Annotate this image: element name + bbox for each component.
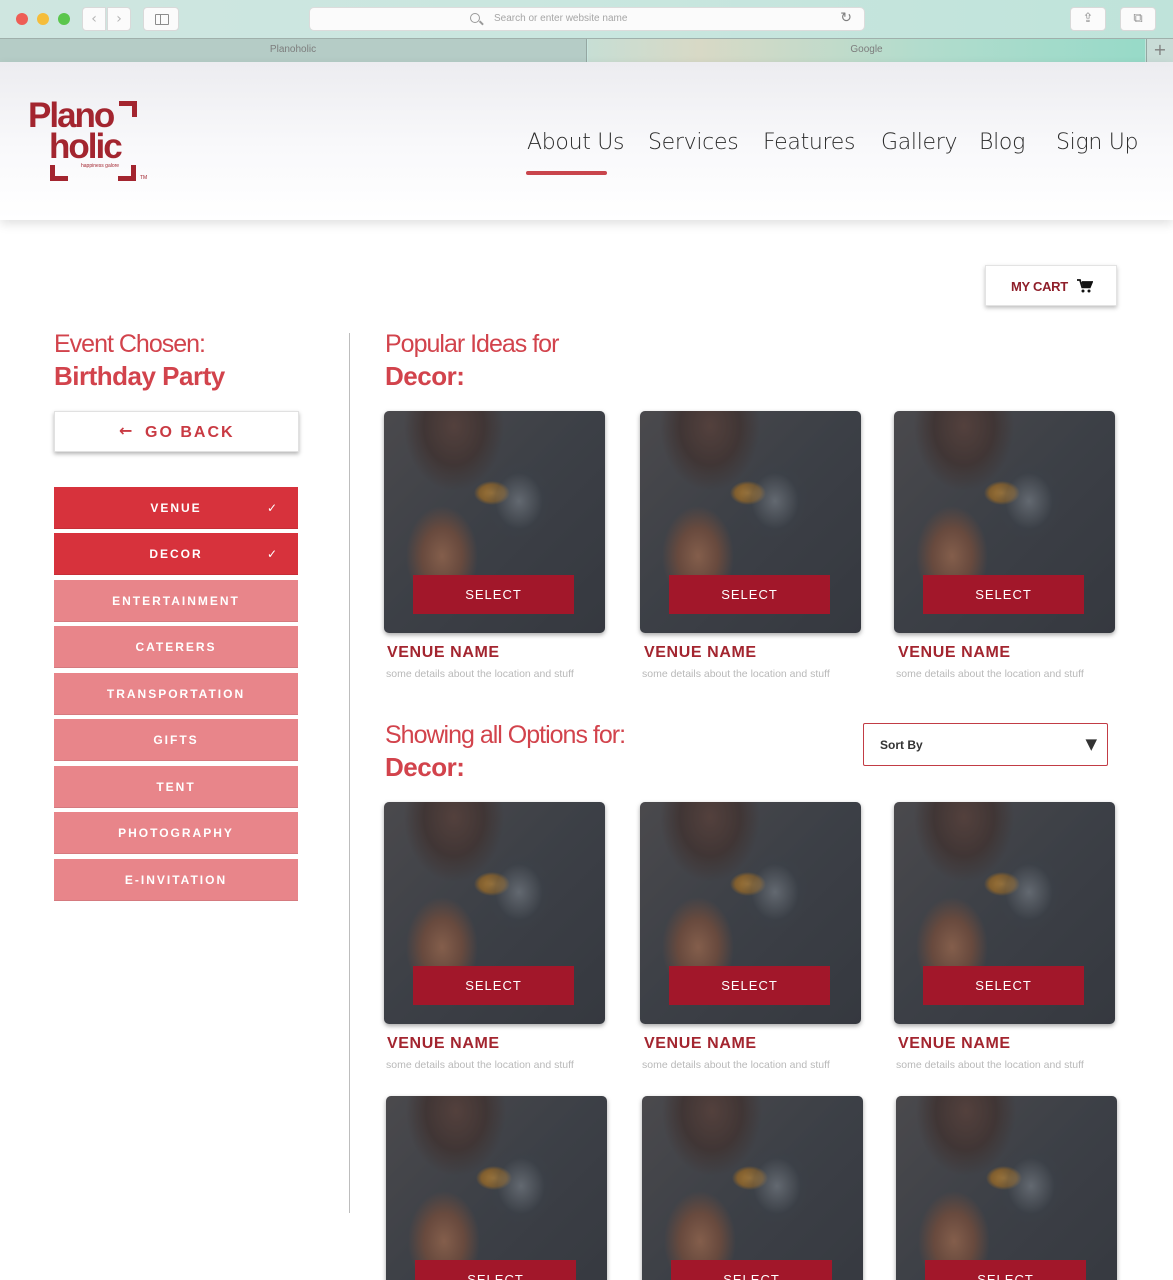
chevron-right-icon: › [116, 11, 122, 27]
minimize-window-button[interactable] [37, 13, 49, 25]
browser-chrome: ‹ › Search or enter website name ↻ ⇪ ⧉ P… [0, 0, 1173, 62]
option-card-image[interactable]: SELECT [640, 802, 861, 1024]
category-label: VENUE [150, 501, 202, 515]
back-button[interactable]: ‹ [82, 7, 106, 31]
select-button[interactable]: SELECT [413, 575, 574, 614]
category-tent[interactable]: TENT [54, 766, 298, 808]
tab-strip: Planoholic Google + [0, 38, 1173, 62]
share-icon: ⇪ [1082, 11, 1094, 26]
caret-down-icon: ▼ [1085, 735, 1097, 753]
nav-sign-up[interactable]: Sign Up [1056, 130, 1138, 155]
event-chosen-value: Birthday Party [54, 361, 225, 391]
category-entertainment[interactable]: ENTERTAINMENT [54, 580, 298, 622]
option-card-image[interactable]: SELECT [642, 1096, 863, 1280]
chevron-left-icon: ‹ [91, 11, 97, 27]
nav-gallery[interactable]: Gallery [881, 130, 958, 155]
logo-corner-bracket [119, 101, 137, 117]
sidebar-icon [155, 14, 169, 25]
venue-name: VENUE NAME [387, 644, 500, 661]
venue-name: VENUE NAME [644, 644, 757, 661]
category-photography[interactable]: PHOTOGRAPHY [54, 812, 298, 854]
category-venue[interactable]: VENUE ✓ [54, 487, 298, 529]
option-card-image[interactable]: SELECT [894, 802, 1115, 1024]
new-tab-button[interactable]: + [1146, 39, 1173, 62]
venue-details: some details about the location and stuf… [386, 1059, 574, 1071]
search-icon [470, 13, 480, 23]
logo-corner-bracket [50, 165, 68, 181]
site-header: Plano holic happiness galore TM About Us… [0, 62, 1173, 220]
idea-card-image[interactable]: SELECT [384, 411, 605, 633]
my-cart-label: MY CART [1011, 279, 1068, 294]
category-label: DECOR [149, 547, 203, 561]
sort-by-label: Sort By [880, 738, 923, 752]
select-button[interactable]: SELECT [923, 575, 1084, 614]
venue-name: VENUE NAME [898, 644, 1011, 661]
option-card-image[interactable]: SELECT [896, 1096, 1117, 1280]
browser-tab-planoholic[interactable]: Planoholic [0, 39, 587, 62]
select-button[interactable]: SELECT [671, 1260, 832, 1280]
venue-details: some details about the location and stuf… [896, 668, 1084, 680]
category-transportation[interactable]: TRANSPORTATION [54, 673, 298, 715]
venue-name: VENUE NAME [644, 1035, 757, 1052]
logo-trademark: TM [140, 175, 148, 181]
planoholic-logo[interactable]: Plano holic happiness galore TM [27, 97, 152, 187]
browser-toolbar: ‹ › Search or enter website name ↻ ⇪ ⧉ [0, 0, 1173, 38]
nav-about-us[interactable]: About Us [527, 130, 625, 155]
nav-active-indicator [526, 171, 607, 175]
popular-ideas-label: Popular Ideas for [385, 330, 559, 358]
logo-text-line2: holic [49, 127, 123, 166]
cart-icon [1077, 279, 1093, 293]
venue-details: some details about the location and stuf… [896, 1059, 1084, 1071]
maximize-window-button[interactable] [58, 13, 70, 25]
select-button[interactable]: SELECT [923, 966, 1084, 1005]
select-button[interactable]: SELECT [413, 966, 574, 1005]
venue-details: some details about the location and stuf… [642, 1059, 830, 1071]
all-options-label: Showing all Options for: [385, 721, 626, 749]
select-button[interactable]: SELECT [925, 1260, 1086, 1280]
share-button[interactable]: ⇪ [1070, 7, 1106, 31]
venue-name: VENUE NAME [898, 1035, 1011, 1052]
nav-blog[interactable]: Blog [979, 130, 1025, 155]
popular-ideas-category: Decor: [385, 361, 465, 391]
select-button[interactable]: SELECT [669, 575, 830, 614]
venue-details: some details about the location and stuf… [642, 668, 830, 680]
sidebar-toggle-button[interactable] [143, 7, 179, 31]
select-button[interactable]: SELECT [415, 1260, 576, 1280]
all-options-category: Decor: [385, 752, 465, 782]
option-card-image[interactable]: SELECT [386, 1096, 607, 1280]
event-chosen-label: Event Chosen: [54, 330, 206, 358]
logo-tagline: happiness galore [81, 163, 120, 169]
nav-services[interactable]: Services [648, 130, 739, 155]
address-bar[interactable]: Search or enter website name ↻ [309, 7, 865, 31]
my-cart-button[interactable]: MY CART [985, 265, 1117, 306]
arrow-left-icon: ← [119, 421, 133, 440]
browser-tab-google[interactable]: Google [588, 39, 1145, 62]
check-icon: ✓ [266, 547, 277, 561]
logo-corner-bracket [118, 165, 136, 181]
go-back-label: GO BACK [145, 424, 235, 441]
go-back-button[interactable]: ← GO BACK [54, 411, 299, 452]
close-window-button[interactable] [16, 13, 28, 25]
nav-features[interactable]: Features [763, 130, 856, 155]
column-divider [349, 333, 350, 1213]
venue-name: VENUE NAME [387, 1035, 500, 1052]
tab-overview-button[interactable]: ⧉ [1120, 7, 1156, 31]
idea-card-image[interactable]: SELECT [640, 411, 861, 633]
category-e-invitation[interactable]: E-INVITATION [54, 859, 298, 901]
category-gifts[interactable]: GIFTS [54, 719, 298, 761]
select-button[interactable]: SELECT [669, 966, 830, 1005]
address-placeholder: Search or enter website name [494, 13, 628, 24]
tabs-icon: ⧉ [1133, 11, 1143, 26]
category-caterers[interactable]: CATERERS [54, 626, 298, 668]
option-card-image[interactable]: SELECT [384, 802, 605, 1024]
category-decor[interactable]: DECOR ✓ [54, 533, 298, 575]
forward-button[interactable]: › [107, 7, 131, 31]
reload-icon[interactable]: ↻ [840, 10, 852, 26]
idea-card-image[interactable]: SELECT [894, 411, 1115, 633]
venue-details: some details about the location and stuf… [386, 668, 574, 680]
check-icon: ✓ [266, 501, 277, 515]
sort-by-select[interactable]: Sort By ▼ [863, 723, 1108, 766]
